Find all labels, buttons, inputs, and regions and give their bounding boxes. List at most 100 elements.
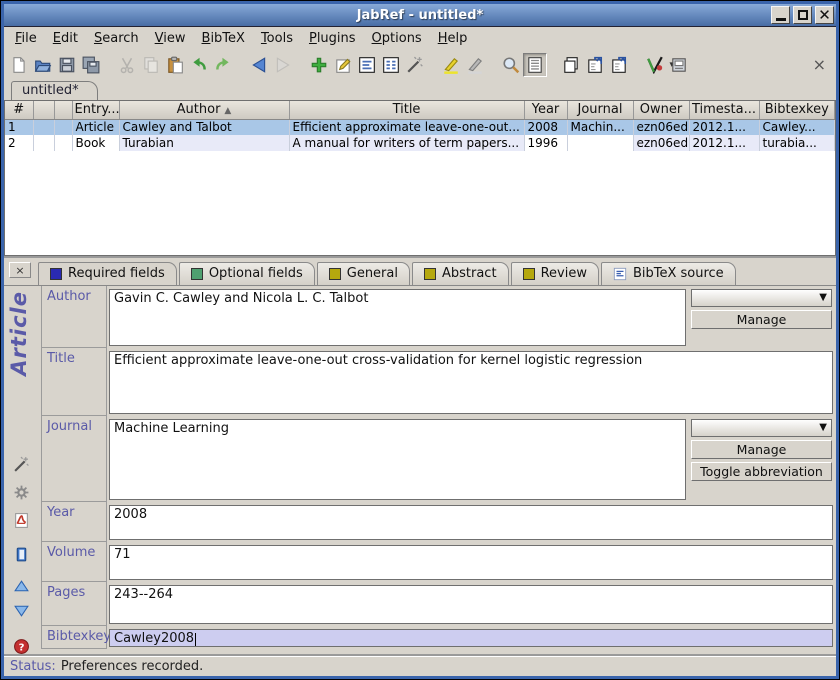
table-cell[interactable]: Efficient approximate leave-one-out... — [289, 119, 524, 135]
new-entry-button[interactable] — [307, 53, 331, 77]
column-header-owner[interactable]: Owner — [633, 101, 689, 119]
field-input-volume[interactable]: 71 — [109, 545, 833, 580]
table-row[interactable]: 1 ArticleCawley and TalbotEfficient appro… — [5, 119, 835, 135]
table-cell[interactable]: ezn06edu — [633, 119, 689, 135]
menu-tools[interactable]: Tools — [255, 29, 303, 49]
push-to-application-2-button[interactable] — [607, 53, 631, 77]
table-cell[interactable]: 2008 — [524, 119, 567, 135]
column-header-year[interactable]: Year — [524, 101, 567, 119]
table-cell[interactable]: turabia... — [759, 135, 835, 151]
table-cell[interactable] — [33, 119, 54, 135]
journal-dropdown[interactable]: ▼ — [691, 419, 832, 437]
tab-optional-fields[interactable]: Optional fields — [179, 262, 315, 285]
table-row[interactable]: 2 BookTurabianA manual for writers of ter… — [5, 135, 835, 151]
table-cell[interactable]: Machin... — [567, 119, 633, 135]
column-header-entry-[interactable]: Entry... — [72, 101, 119, 119]
menu-help[interactable]: Help — [432, 29, 478, 49]
search-button[interactable] — [499, 53, 523, 77]
open-database-button[interactable] — [31, 53, 55, 77]
tab-general[interactable]: General — [317, 262, 410, 285]
field-input-journal[interactable]: Machine Learning — [109, 419, 686, 500]
save-database-button[interactable] — [55, 53, 79, 77]
title-bar[interactable]: JabRef - untitled* ✕ — [4, 4, 836, 27]
tab-review[interactable]: Review — [511, 262, 599, 285]
table-cell[interactable]: 2 — [5, 135, 33, 151]
edit-entry-button[interactable] — [331, 53, 355, 77]
table-cell[interactable] — [54, 135, 72, 151]
table-cell[interactable]: 2012.1... — [689, 135, 759, 151]
column-header--[interactable]: # — [5, 101, 33, 119]
pdf-icon[interactable] — [13, 512, 31, 530]
column-header-icon-2[interactable] — [54, 101, 72, 119]
menu-search[interactable]: Search — [88, 29, 149, 49]
cleanup-wand-button[interactable] — [403, 53, 427, 77]
menu-plugins[interactable]: Plugins — [303, 29, 366, 49]
entry-editor-close-button[interactable]: × — [9, 262, 31, 278]
table-cell[interactable]: A manual for writers of term papers... — [289, 135, 524, 151]
toggle-search-pane-button[interactable] — [523, 53, 547, 77]
table-cell[interactable] — [54, 119, 72, 135]
unmark-entries-button[interactable] — [463, 53, 487, 77]
redo-button[interactable] — [211, 53, 235, 77]
menu-bibtex[interactable]: BibTeX — [196, 29, 255, 49]
table-cell[interactable]: Cawley and Talbot — [119, 119, 289, 135]
menu-edit[interactable]: Edit — [47, 29, 88, 49]
gear-icon[interactable] — [13, 484, 31, 502]
mark-entries-button[interactable] — [439, 53, 463, 77]
book-icon[interactable] — [13, 546, 31, 564]
toggle-abbreviation-button[interactable]: Toggle abbreviation — [691, 462, 832, 481]
table-cell[interactable] — [33, 135, 54, 151]
author-dropdown[interactable]: ▼ — [691, 289, 832, 307]
table-cell[interactable]: 2012.1... — [689, 119, 759, 135]
save-all-databases-button[interactable] — [79, 53, 103, 77]
table-cell[interactable]: Article — [72, 119, 119, 135]
edit-preamble-button[interactable] — [379, 53, 403, 77]
copy-key-button[interactable] — [559, 53, 583, 77]
column-header-timesta-[interactable]: Timesta... — [689, 101, 759, 119]
menu-view[interactable]: View — [149, 29, 196, 49]
openoffice-button[interactable] — [643, 53, 667, 77]
undo-button[interactable] — [187, 53, 211, 77]
push-to-application-1-button[interactable] — [583, 53, 607, 77]
next-entry-icon[interactable] — [13, 602, 31, 620]
table-cell[interactable] — [567, 135, 633, 151]
export-button[interactable] — [667, 53, 691, 77]
table-cell[interactable]: Book — [72, 135, 119, 151]
field-input-author[interactable]: Gavin C. Cawley and Nicola L. C. Talbot — [109, 289, 686, 346]
column-header-title[interactable]: Title — [289, 101, 524, 119]
forward-button[interactable] — [271, 53, 295, 77]
close-button[interactable]: ✕ — [815, 6, 834, 24]
tab-bibtex-source[interactable]: BibTeX source — [601, 262, 736, 285]
field-input-year[interactable]: 2008 — [109, 505, 833, 540]
table-cell[interactable]: Turabian — [119, 135, 289, 151]
prev-entry-icon[interactable] — [13, 578, 31, 596]
minimize-button[interactable] — [771, 6, 790, 24]
field-input-pages[interactable]: 243--264 — [109, 585, 833, 624]
maximize-button[interactable] — [793, 6, 812, 24]
column-header-journal[interactable]: Journal — [567, 101, 633, 119]
paste-button[interactable] — [163, 53, 187, 77]
column-header-author[interactable]: Author▲ — [119, 101, 289, 119]
edit-strings-button[interactable] — [355, 53, 379, 77]
field-input-bibtexkey[interactable]: Cawley2008 — [109, 629, 833, 647]
wand-icon[interactable] — [13, 456, 31, 474]
menu-file[interactable]: File — [9, 29, 47, 49]
new-database-button[interactable] — [7, 53, 31, 77]
tab-required-fields[interactable]: Required fields — [38, 262, 177, 286]
help-icon[interactable]: ? — [13, 638, 31, 656]
table-cell[interactable]: 1996 — [524, 135, 567, 151]
tab-abstract[interactable]: Abstract — [412, 262, 509, 285]
table-cell[interactable]: ezn06edu — [633, 135, 689, 151]
manage-button[interactable]: Manage — [691, 310, 832, 329]
toolbar-close-icon[interactable]: × — [813, 57, 826, 73]
copy-button[interactable] — [139, 53, 163, 77]
table-cell[interactable]: Cawley... — [759, 119, 835, 135]
column-header-bibtexkey[interactable]: Bibtexkey — [759, 101, 835, 119]
field-input-title[interactable]: Efficient approximate leave-one-out cros… — [109, 351, 833, 414]
manage-button[interactable]: Manage — [691, 440, 832, 459]
menu-options[interactable]: Options — [366, 29, 432, 49]
cut-button[interactable] — [115, 53, 139, 77]
table-cell[interactable]: 1 — [5, 119, 33, 135]
back-button[interactable] — [247, 53, 271, 77]
database-tab-untitled[interactable]: untitled* — [11, 81, 98, 100]
